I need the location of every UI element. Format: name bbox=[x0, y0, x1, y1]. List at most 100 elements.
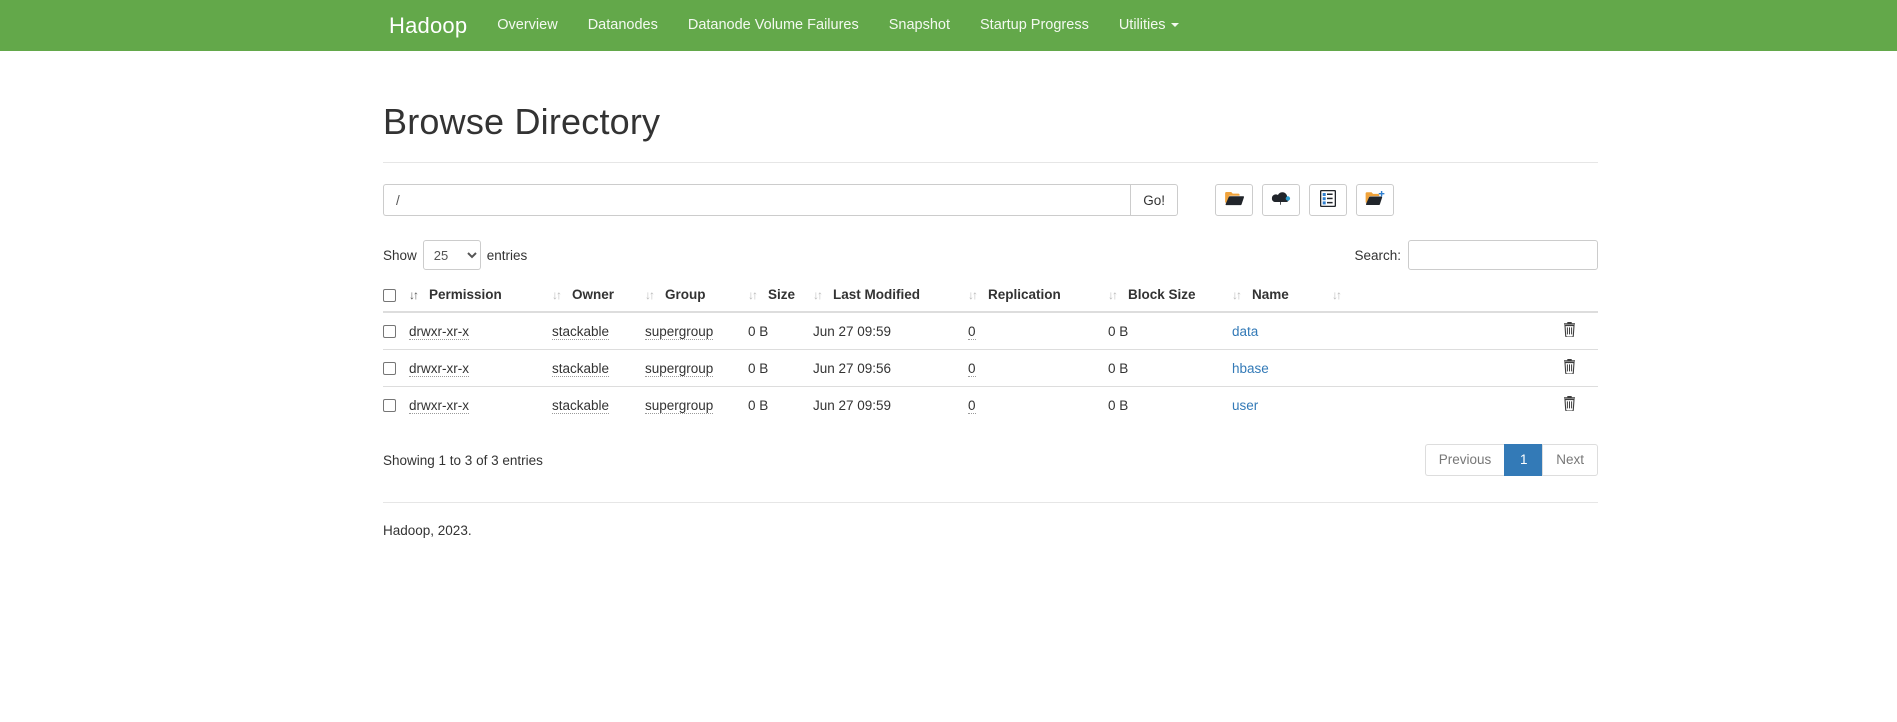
table-row[interactable]: drwxr-xr-x stackable supergroup 0 B Jun … bbox=[383, 387, 1598, 424]
column-header-replication-label: Replication bbox=[988, 287, 1061, 302]
pagination: Previous 1 Next bbox=[1425, 444, 1598, 476]
nav-links: Overview Datanodes Datanode Volume Failu… bbox=[482, 0, 1193, 51]
nav-startup-progress[interactable]: Startup Progress bbox=[965, 0, 1104, 51]
column-header-permission-label: Permission bbox=[429, 287, 502, 302]
delete-button[interactable] bbox=[1563, 396, 1576, 411]
show-label: Show bbox=[383, 248, 417, 263]
open-folder-button[interactable] bbox=[1215, 184, 1253, 216]
directory-tools bbox=[1215, 184, 1394, 216]
permission-value[interactable]: drwxr-xr-x bbox=[409, 398, 469, 414]
column-header-group[interactable]: ↓↑Group bbox=[645, 279, 748, 312]
column-header-actions: ↓↑ bbox=[1332, 279, 1598, 312]
row-checkbox[interactable] bbox=[383, 399, 396, 412]
pagination-previous[interactable]: Previous bbox=[1425, 444, 1505, 476]
nav-snapshot-label: Snapshot bbox=[889, 17, 950, 33]
cell-last-modified: Jun 27 09:56 bbox=[813, 350, 968, 387]
table-controls: Show 25 50 100 entries Search: bbox=[383, 240, 1598, 270]
column-header-block-size[interactable]: ↓↑Block Size bbox=[1108, 279, 1232, 312]
upload-button[interactable] bbox=[1262, 184, 1300, 216]
page-title: Browse Directory bbox=[383, 101, 1598, 143]
column-header-last-modified[interactable]: ↓↑Last Modified bbox=[813, 279, 968, 312]
row-checkbox[interactable] bbox=[383, 325, 396, 338]
table-row[interactable]: drwxr-xr-x stackable supergroup 0 B Jun … bbox=[383, 350, 1598, 387]
file-name-link[interactable]: data bbox=[1232, 324, 1258, 339]
cell-owner: stackable bbox=[552, 387, 645, 424]
cell-name: data bbox=[1232, 312, 1332, 350]
permission-value[interactable]: drwxr-xr-x bbox=[409, 361, 469, 377]
column-header-replication[interactable]: ↓↑ Replication bbox=[968, 279, 1108, 312]
column-header-size[interactable]: ↓↑Size bbox=[748, 279, 813, 312]
select-all-checkbox[interactable] bbox=[383, 289, 396, 302]
file-name-link[interactable]: hbase bbox=[1232, 361, 1269, 376]
cell-actions bbox=[1332, 312, 1598, 350]
cell-size: 0 B bbox=[748, 387, 813, 424]
owner-value[interactable]: stackable bbox=[552, 398, 609, 414]
group-value[interactable]: supergroup bbox=[645, 324, 713, 340]
nav-utilities[interactable]: Utilities bbox=[1104, 0, 1194, 51]
nav-overview[interactable]: Overview bbox=[482, 0, 572, 51]
search-input[interactable] bbox=[1408, 240, 1598, 270]
trash-icon bbox=[1563, 362, 1576, 377]
sort-icon: ↓↑ bbox=[968, 288, 976, 302]
pagination-next[interactable]: Next bbox=[1542, 444, 1598, 476]
top-navbar: Hadoop Overview Datanodes Datanode Volum… bbox=[0, 0, 1897, 51]
page-length-select[interactable]: 25 50 100 bbox=[423, 240, 481, 270]
brand-hadoop[interactable]: Hadoop bbox=[374, 0, 482, 51]
column-header-owner[interactable]: ↓↑Owner bbox=[552, 279, 645, 312]
file-name-link[interactable]: user bbox=[1232, 398, 1258, 413]
sort-icon: ↓↑ bbox=[1108, 288, 1116, 302]
directory-table-head: ↓↑Permission ↓↑Owner ↓↑Group ↓↑Size ↓↑La… bbox=[383, 279, 1598, 312]
group-value[interactable]: supergroup bbox=[645, 398, 713, 414]
cell-group: supergroup bbox=[645, 387, 748, 424]
nav-datanodes[interactable]: Datanodes bbox=[573, 0, 673, 51]
title-divider bbox=[383, 162, 1598, 163]
row-select-cell[interactable] bbox=[383, 387, 409, 424]
cell-replication: 0 bbox=[968, 312, 1108, 350]
row-select-cell[interactable] bbox=[383, 350, 409, 387]
group-value[interactable]: supergroup bbox=[645, 361, 713, 377]
cell-group: supergroup bbox=[645, 312, 748, 350]
cloud-upload-icon bbox=[1271, 191, 1291, 209]
go-button[interactable]: Go! bbox=[1130, 184, 1178, 216]
delete-button[interactable] bbox=[1563, 322, 1576, 337]
column-header-permission[interactable]: ↓↑ Permission bbox=[409, 279, 552, 312]
replication-value[interactable]: 0 bbox=[968, 324, 976, 340]
cell-group: supergroup bbox=[645, 350, 748, 387]
trash-icon bbox=[1563, 325, 1576, 340]
cell-size: 0 B bbox=[748, 312, 813, 350]
sort-icon: ↓↑ bbox=[1232, 288, 1240, 302]
open-folder-icon bbox=[1225, 191, 1244, 209]
replication-value[interactable]: 0 bbox=[968, 398, 976, 414]
nav-snapshot[interactable]: Snapshot bbox=[874, 0, 965, 51]
cell-permission: drwxr-xr-x bbox=[409, 387, 552, 424]
cell-owner: stackable bbox=[552, 312, 645, 350]
snapshot-list-button[interactable] bbox=[1309, 184, 1347, 216]
chevron-down-icon bbox=[1171, 23, 1179, 27]
cell-actions bbox=[1332, 387, 1598, 424]
row-checkbox[interactable] bbox=[383, 362, 396, 375]
column-header-select-all[interactable] bbox=[383, 279, 409, 312]
delete-button[interactable] bbox=[1563, 359, 1576, 374]
nav-datanodes-label: Datanodes bbox=[588, 17, 658, 33]
path-input[interactable] bbox=[383, 184, 1130, 216]
pagination-page-1[interactable]: 1 bbox=[1504, 444, 1542, 476]
nav-datanode-volume-failures[interactable]: Datanode Volume Failures bbox=[673, 0, 874, 51]
replication-value[interactable]: 0 bbox=[968, 361, 976, 377]
column-header-name[interactable]: ↓↑ Name bbox=[1232, 279, 1332, 312]
sort-desc-icon: ↓↑ bbox=[409, 288, 417, 302]
nav-startup-progress-label: Startup Progress bbox=[980, 17, 1089, 33]
sort-icon: ↓↑ bbox=[1332, 288, 1340, 302]
entries-label: entries bbox=[487, 248, 528, 263]
table-row[interactable]: drwxr-xr-x stackable supergroup 0 B Jun … bbox=[383, 312, 1598, 350]
cell-block-size: 0 B bbox=[1108, 387, 1232, 424]
column-header-group-label: Group bbox=[665, 287, 706, 302]
cell-last-modified: Jun 27 09:59 bbox=[813, 312, 968, 350]
create-directory-button[interactable] bbox=[1356, 184, 1394, 216]
row-select-cell[interactable] bbox=[383, 312, 409, 350]
sort-icon: ↓↑ bbox=[813, 288, 821, 302]
column-header-name-label: Name bbox=[1252, 287, 1289, 302]
permission-value[interactable]: drwxr-xr-x bbox=[409, 324, 469, 340]
owner-value[interactable]: stackable bbox=[552, 324, 609, 340]
owner-value[interactable]: stackable bbox=[552, 361, 609, 377]
list-icon bbox=[1320, 190, 1336, 210]
